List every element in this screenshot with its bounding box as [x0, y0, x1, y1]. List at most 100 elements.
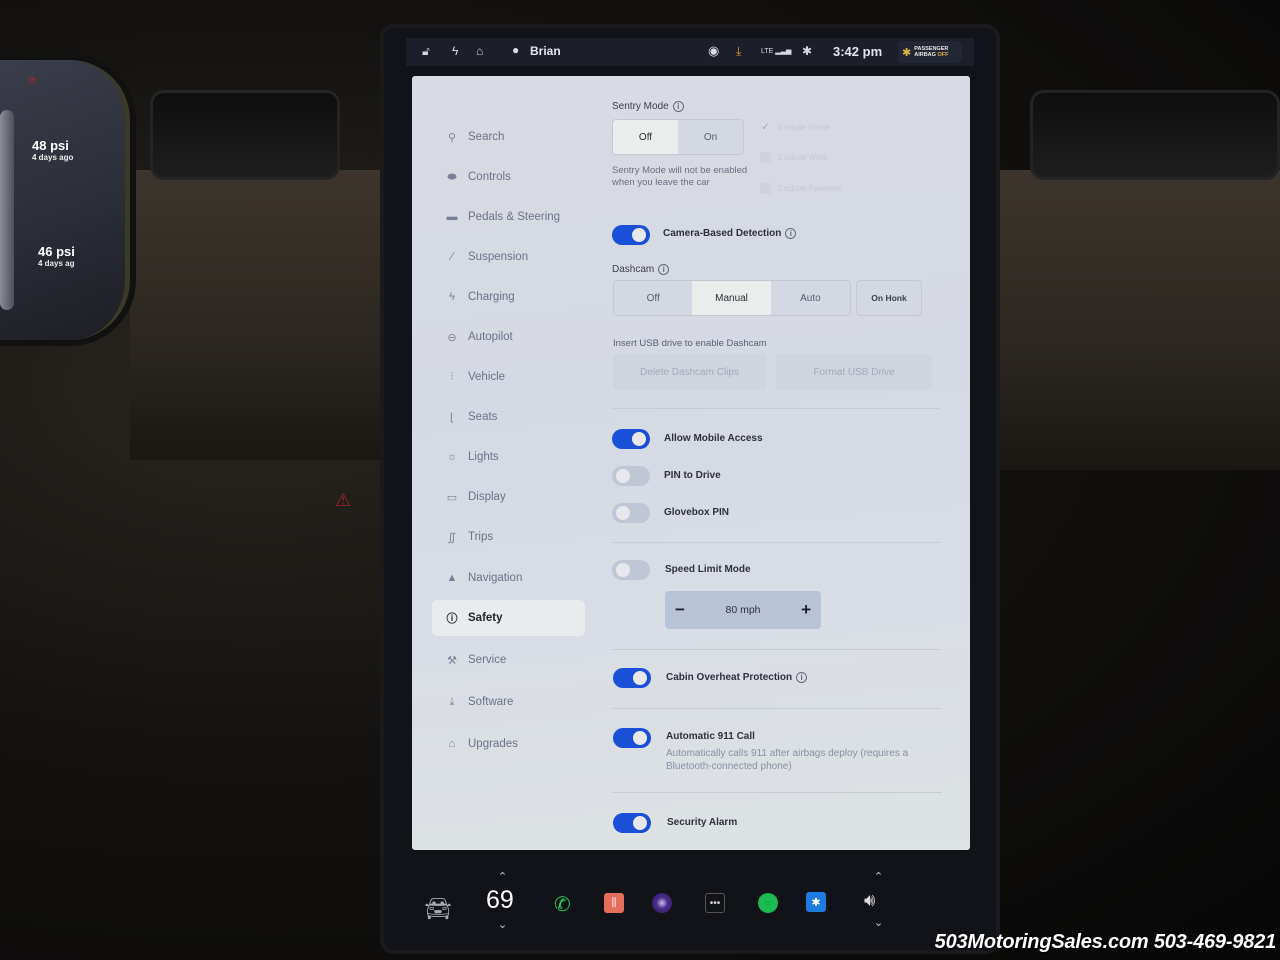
info-icon[interactable]: i — [672, 101, 684, 112]
voice-memo-icon[interactable]: ⫼ — [604, 893, 624, 913]
bolt-icon: ϟ — [449, 291, 455, 303]
phone-icon[interactable]: ✆ — [554, 892, 571, 917]
volume-icon[interactable]: 🔊︎ — [864, 890, 875, 911]
increase-speed-button[interactable]: + — [801, 600, 811, 620]
dashcam-off-option[interactable]: Off — [614, 281, 692, 315]
checkmark-icon: ✓ — [761, 122, 770, 133]
lte-signal-icon: LTE ▂▃▅ — [761, 48, 792, 55]
dashcam-record-icon[interactable]: ◉ — [708, 43, 719, 59]
sidebar-item-service[interactable]: ⚒ Service — [432, 642, 585, 678]
automatic-911-description: Automatically calls 911 after airbags de… — [666, 748, 909, 772]
home-link-icon[interactable]: ⌂ — [476, 44, 483, 58]
section-divider — [612, 792, 942, 793]
exclude-work-checkbox[interactable]: Exclude Work — [760, 152, 827, 163]
sidebar-item-trips[interactable]: ∬ Trips — [432, 519, 585, 555]
sentry-mode-heading: Sentry Mode i — [612, 101, 684, 112]
passenger-airbag-status: ✱ PASSENGER AIRBAG OFF — [898, 41, 962, 63]
spotify-icon[interactable]: ≋ — [758, 893, 778, 913]
bluetooth-icon[interactable]: ✱ — [806, 892, 826, 912]
delete-dashcam-clips-button[interactable]: Delete Dashcam Clips — [613, 354, 766, 390]
camera-detection-toggle[interactable] — [612, 225, 650, 245]
exclude-home-checkbox[interactable]: ✓ Exclude Home — [760, 122, 830, 133]
lock-open-icon[interactable]: 🔓︎ — [422, 44, 430, 59]
speed-limit-mode-toggle[interactable] — [612, 560, 650, 580]
sidebar-item-software[interactable]: ⤓ Software — [432, 684, 585, 720]
speed-limit-stepper: − 80 mph + — [665, 591, 821, 629]
exclude-favorites-checkbox[interactable]: Exclude Favorites — [760, 183, 842, 194]
car-silhouette — [0, 110, 14, 310]
more-apps-icon[interactable]: ••• — [705, 893, 725, 913]
dashcam-heading: Dashcam i — [612, 264, 670, 275]
allow-mobile-access-label: Allow Mobile Access — [664, 433, 763, 444]
sidebar-item-label: Navigation — [468, 572, 523, 584]
sidebar-item-autopilot[interactable]: ⊖ Autopilot — [432, 319, 585, 355]
sidebar-item-charging[interactable]: ϟ Charging — [432, 279, 585, 315]
sentry-on-option[interactable]: On — [678, 120, 743, 154]
pin-to-drive-toggle[interactable] — [612, 466, 650, 486]
hazard-button-icon: ⚠ — [335, 490, 352, 510]
info-icon[interactable]: i — [796, 672, 808, 683]
temp-up-chevron-icon[interactable]: ⌃ — [498, 870, 507, 883]
sidebar-item-controls[interactable]: ⬬ Controls — [432, 159, 585, 195]
download-icon: ⤓ — [449, 695, 455, 708]
driver-profile-name[interactable]: Brian — [530, 44, 561, 58]
sidebar-item-vehicle[interactable]: ⫶ Vehicle — [432, 359, 585, 395]
cabin-temperature[interactable]: 69 — [486, 886, 514, 915]
section-divider — [612, 408, 940, 409]
sentry-off-option[interactable]: Off — [613, 120, 678, 154]
info-icon[interactable]: i — [658, 264, 670, 275]
bluetooth-icon[interactable]: ✱ — [802, 44, 812, 58]
dashcam-manual-option[interactable]: Manual — [692, 281, 771, 315]
sidebar-item-search[interactable]: ⚲ Search — [432, 119, 585, 155]
tire-pressure-unit: psi — [56, 244, 75, 259]
temp-down-chevron-icon[interactable]: ⌄ — [498, 918, 507, 931]
sidebar-item-label: Autopilot — [468, 331, 513, 343]
tire-pressure-unit: psi — [50, 138, 69, 153]
sidebar-item-label: Search — [468, 131, 505, 143]
lock-icon: ⌂ — [448, 738, 456, 750]
sidebar-item-label: Software — [468, 696, 514, 708]
sidebar-item-pedals-steering[interactable]: ▬ Pedals & Steering — [432, 199, 585, 235]
sidebar-item-seats[interactable]: ⌊ Seats — [432, 399, 585, 435]
sidebar-item-label: Display — [468, 491, 506, 503]
dashcam-auto-option[interactable]: Auto — [771, 281, 850, 315]
sidebar-item-label: Charging — [468, 291, 515, 303]
sidebar-item-label: Safety — [468, 612, 503, 624]
car-icon: ▬ — [446, 211, 458, 223]
user-icon[interactable]: ● — [512, 43, 519, 57]
sidebar-item-navigation[interactable]: ▲ Navigation — [432, 560, 585, 596]
volume-down-chevron-icon[interactable]: ⌄ — [874, 916, 883, 929]
automatic-911-label: Automatic 911 Call — [666, 731, 755, 742]
cabin-overheat-toggle[interactable] — [613, 668, 651, 688]
format-usb-button[interactable]: Format USB Drive — [776, 354, 932, 390]
sidebar-item-safety[interactable]: ⓘ Safety — [432, 600, 585, 636]
sidebar-item-suspension[interactable]: ⁄ Suspension — [432, 239, 585, 275]
dealer-watermark: 503MotoringSales.com 503-469-9821 — [934, 931, 1277, 953]
trips-icon: ∬ — [447, 531, 457, 544]
seat-icon: ⌊ — [449, 411, 455, 424]
air-vent-left — [150, 90, 340, 180]
on-honk-button[interactable]: On Honk — [856, 280, 922, 316]
camera-icon[interactable] — [652, 893, 672, 913]
glovebox-pin-toggle[interactable] — [612, 503, 650, 523]
bolt-icon[interactable]: ϟ — [452, 44, 458, 58]
decrease-speed-button[interactable]: − — [675, 600, 685, 620]
automatic-911-toggle[interactable] — [613, 728, 651, 748]
tire-pressure-value: 48 — [32, 138, 47, 153]
tire-pressure-age: 4 days ag — [38, 259, 75, 268]
settings-panel: ⚲ Search ⬬ Controls ▬ Pedals & Steering ⁄ Su… — [412, 76, 970, 850]
instrument-cluster: ⍟ — [0, 60, 130, 340]
car-icon[interactable]: 🚘︎ — [424, 896, 452, 922]
exclude-home-label: Exclude Home — [778, 123, 831, 132]
sidebar-item-upgrades[interactable]: ⌂ Upgrades — [432, 726, 585, 762]
sidebar-item-display[interactable]: ▭ Display — [432, 479, 585, 515]
exclude-work-label: Exclude Work — [778, 153, 828, 162]
sidebar-item-lights[interactable]: ☼ Lights — [432, 439, 585, 475]
volume-up-chevron-icon[interactable]: ⌃ — [874, 870, 883, 883]
wood-trim-right — [990, 170, 1280, 470]
status-bar: 🔓︎ ϟ ⌂ ● Brian ◉ ⤓ LTE ▂▃▅ ✱ 3:42 pm ✱ P… — [406, 38, 974, 66]
download-update-icon[interactable]: ⤓ — [736, 44, 741, 59]
security-alarm-toggle[interactable] — [613, 813, 651, 833]
info-icon[interactable]: i — [785, 228, 797, 239]
allow-mobile-access-toggle[interactable] — [612, 429, 650, 449]
